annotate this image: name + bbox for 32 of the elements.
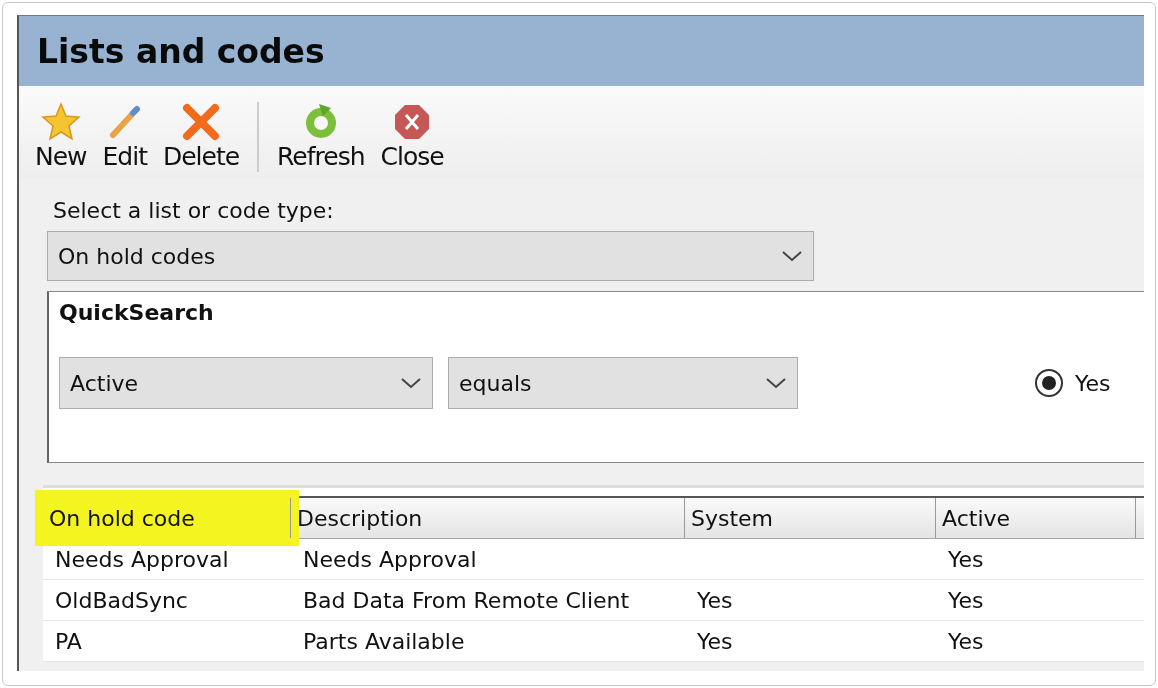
operator-dropdown[interactable]: equals bbox=[448, 357, 798, 409]
table-cell-text: Needs Approval bbox=[54, 546, 230, 572]
chevron-down-icon bbox=[781, 250, 803, 262]
field-dropdown[interactable]: Active bbox=[59, 357, 433, 409]
radio-button[interactable] bbox=[1035, 369, 1063, 397]
chevron-down-icon bbox=[765, 377, 787, 389]
column-header[interactable]: Active bbox=[936, 498, 1136, 538]
new-button[interactable]: New bbox=[31, 102, 91, 172]
column-header[interactable]: Description bbox=[291, 498, 685, 538]
window-title: Lists and codes bbox=[37, 31, 325, 71]
radio-label: Yes bbox=[1075, 370, 1111, 396]
list-type-label: Select a list or code type: bbox=[53, 198, 335, 223]
table-cell-text: Yes bbox=[947, 546, 985, 572]
table-cell-text: OldBadSync bbox=[54, 587, 189, 613]
edit-button[interactable]: Edit bbox=[98, 102, 151, 172]
table-cell-text: Yes bbox=[696, 628, 734, 654]
chevron-down-icon bbox=[400, 377, 422, 389]
refresh-button[interactable]: Refresh bbox=[273, 102, 369, 172]
table-cell-text: Yes bbox=[696, 587, 734, 613]
table-cell-text: Yes bbox=[947, 628, 985, 654]
delete-button[interactable]: Delete bbox=[158, 102, 244, 172]
close-button[interactable]: Close bbox=[376, 102, 448, 172]
table-cell-text: Bad Data From Remote Client bbox=[302, 587, 631, 613]
cross-icon bbox=[181, 102, 222, 142]
list-type-dropdown[interactable]: On hold codes bbox=[47, 231, 814, 281]
star-icon bbox=[40, 102, 81, 142]
table-cell-text: Yes bbox=[947, 587, 985, 613]
column-header[interactable]: System bbox=[685, 498, 936, 538]
table-cell-text: Needs Approval bbox=[302, 546, 478, 572]
table-cell-text: Parts Available bbox=[302, 628, 466, 654]
quick-search-title: QuickSearch bbox=[59, 300, 215, 325]
table-cell-text: PA bbox=[54, 628, 83, 654]
